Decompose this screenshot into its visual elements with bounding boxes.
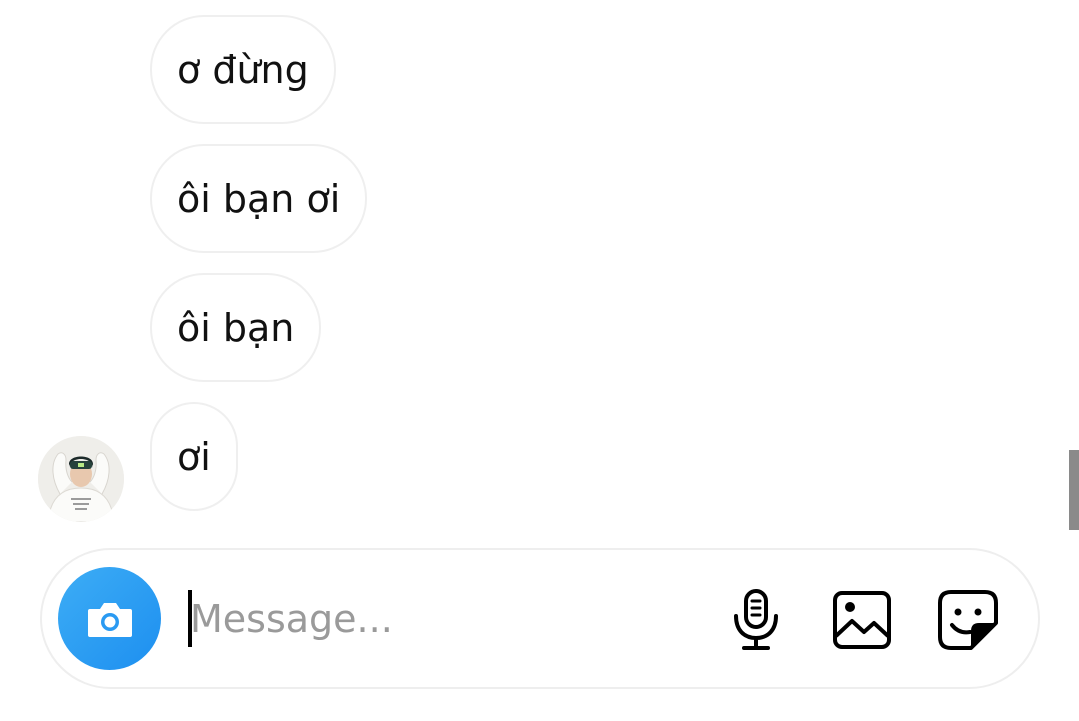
message-text: ơi	[177, 434, 211, 479]
message-composer	[40, 548, 1040, 689]
scrollbar-thumb[interactable]	[1069, 450, 1079, 530]
camera-button[interactable]	[58, 567, 161, 670]
avatar-photo	[38, 436, 124, 522]
message-bubble[interactable]: ơi	[150, 402, 238, 511]
sender-avatar[interactable]	[38, 436, 124, 522]
message-input[interactable]	[190, 586, 690, 652]
voice-message-button[interactable]	[724, 588, 788, 652]
image-icon	[833, 591, 891, 649]
camera-icon	[87, 602, 132, 637]
gallery-button[interactable]	[830, 588, 894, 652]
sticker-button[interactable]	[936, 588, 1000, 652]
message-bubble[interactable]: ơ đừng	[150, 15, 336, 124]
message-text: ôi bạn ơi	[177, 176, 341, 221]
sticker-icon	[938, 590, 998, 650]
message-text: ơ đừng	[177, 47, 309, 92]
message-bubble[interactable]: ôi bạn ơi	[150, 144, 368, 253]
message-bubble[interactable]: ôi bạn	[150, 273, 322, 382]
microphone-icon	[734, 589, 778, 650]
message-text: ôi bạn	[177, 305, 295, 350]
